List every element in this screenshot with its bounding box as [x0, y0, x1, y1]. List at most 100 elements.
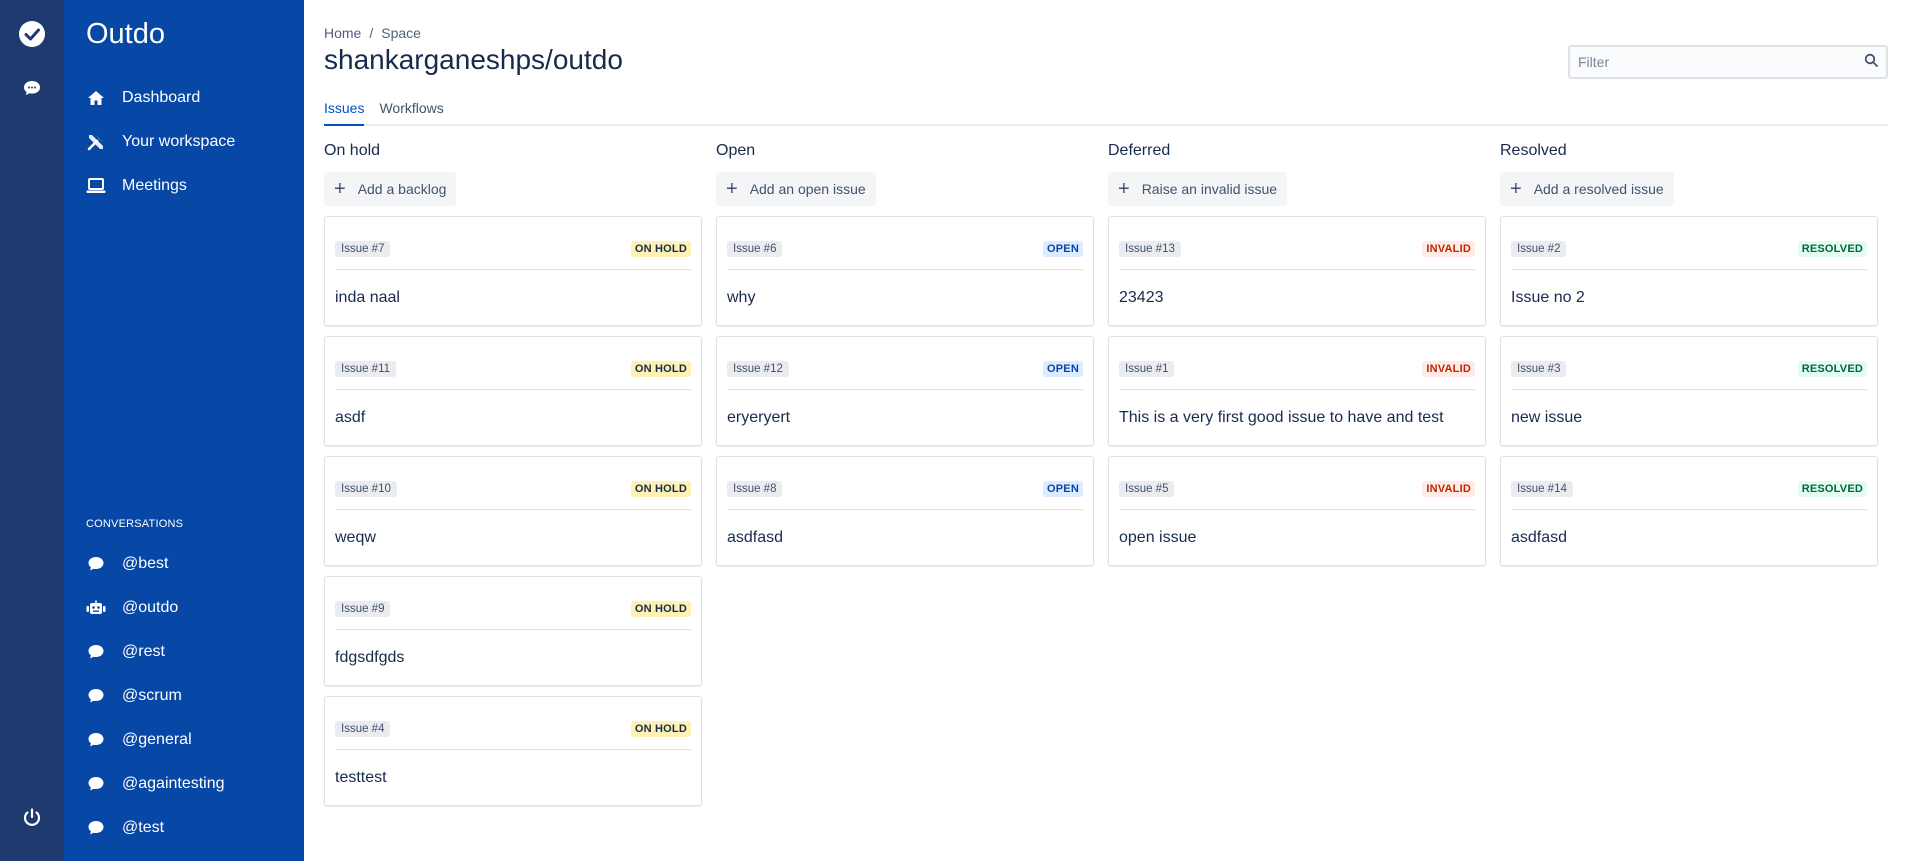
issue-id-badge: Issue #8: [727, 481, 783, 497]
issue-id-badge: Issue #5: [1119, 481, 1175, 497]
column-deferred: Deferred + Raise an invalid issue Issue #13…: [1108, 142, 1486, 816]
card-list: Issue #2 RESOLVED Issue no 2 Issue #3 RESOLV…: [1500, 216, 1878, 566]
issue-title: new issue: [1511, 409, 1583, 426]
conversation-label: @general: [122, 731, 192, 748]
issue-id-badge: Issue #14: [1511, 481, 1573, 497]
column-title: Resolved: [1500, 142, 1567, 159]
issue-id-badge: Issue #10: [335, 481, 397, 497]
robot-icon: [86, 598, 106, 618]
issue-title: why: [727, 289, 756, 306]
breadcrumb-home[interactable]: Home: [324, 25, 361, 41]
plus-icon: +: [726, 178, 738, 200]
issue-id-badge: Issue #2: [1511, 241, 1567, 257]
chat-icon: [86, 730, 106, 750]
issue-id-badge: Issue #13: [1119, 241, 1181, 257]
card-divider: [335, 629, 691, 630]
sidebar-item-dashboard[interactable]: Dashboard: [86, 82, 296, 114]
add-issue-label: Raise an invalid issue: [1141, 181, 1278, 197]
power-icon[interactable]: [16, 802, 48, 834]
add-issue-button[interactable]: + Add an open issue: [716, 172, 876, 206]
status-badge: OPEN: [1043, 481, 1083, 497]
issue-card[interactable]: Issue #3 RESOLVED new issue: [1500, 336, 1878, 446]
conversation-item-outdo[interactable]: @outdo: [86, 592, 296, 624]
conversation-item-best[interactable]: @best: [86, 548, 296, 580]
issue-card[interactable]: Issue #2 RESOLVED Issue no 2: [1500, 216, 1878, 326]
issue-title: asdfasd: [727, 529, 784, 546]
conversation-label: @best: [122, 555, 169, 572]
conversation-item-general[interactable]: @general: [86, 724, 296, 756]
chat-rail-icon[interactable]: [16, 72, 48, 104]
tab-workflows[interactable]: Workflows: [379, 100, 443, 124]
column-resolved: Resolved + Add a resolved issue Issue #2 RES…: [1500, 142, 1878, 816]
breadcrumb-separator: /: [369, 25, 374, 41]
issue-id-badge: Issue #1: [1119, 361, 1175, 377]
conversation-item-rest[interactable]: @rest: [86, 636, 296, 668]
conversation-item-againtesting[interactable]: @againtesting: [86, 768, 296, 800]
issue-title: testtest: [335, 769, 387, 786]
status-badge: ON HOLD: [630, 481, 691, 497]
icon-rail: [0, 0, 64, 861]
issue-card[interactable]: Issue #8 OPEN asdfasd: [716, 456, 1094, 566]
add-issue-label: Add an open issue: [749, 181, 866, 197]
chat-icon: [86, 554, 106, 574]
column-title: Deferred: [1108, 142, 1171, 159]
column-title: On hold: [324, 142, 381, 159]
plus-icon: +: [334, 178, 346, 200]
sidebar-item-meetings[interactable]: Meetings: [86, 170, 296, 202]
add-issue-button[interactable]: + Add a backlog: [324, 172, 457, 206]
add-issue-button[interactable]: + Raise an invalid issue: [1108, 172, 1288, 206]
issue-card[interactable]: Issue #1 INVALID This is a very first good…: [1108, 336, 1486, 446]
plus-icon: +: [1510, 178, 1522, 200]
conversation-item-test[interactable]: @test: [86, 812, 296, 844]
chat-icon: [86, 774, 106, 794]
issue-id-badge: Issue #4: [335, 721, 391, 737]
app-logo-check-icon[interactable]: [16, 18, 48, 50]
issue-id-badge: Issue #7: [335, 241, 391, 257]
issue-title: Issue no 2: [1511, 289, 1585, 306]
issue-title: 23423: [1119, 289, 1164, 306]
sidebar-item-your-workspace[interactable]: Your workspace: [86, 126, 296, 158]
issue-card[interactable]: Issue #13 INVALID 23423: [1108, 216, 1486, 326]
issue-card[interactable]: Issue #12 OPEN eryeryert: [716, 336, 1094, 446]
brand-title: Outdo: [86, 18, 165, 50]
issue-title: open issue: [1119, 529, 1197, 546]
status-badge: INVALID: [1422, 241, 1475, 257]
card-divider: [727, 269, 1083, 270]
conversation-label: @rest: [122, 643, 165, 660]
issue-title: This is a very first good issue to have …: [1119, 409, 1444, 426]
conversations-heading: CONVERSATIONS: [86, 518, 184, 530]
card-list: Issue #6 OPEN why Issue #12 OPEN eryeryert Iss…: [716, 216, 1094, 566]
card-divider: [1119, 509, 1475, 510]
sidebar-item-label: Your workspace: [122, 133, 236, 150]
issue-card[interactable]: Issue #5 INVALID open issue: [1108, 456, 1486, 566]
sidebar-item-label: Dashboard: [122, 89, 201, 106]
issue-card[interactable]: Issue #9 ON HOLD fdgsdfgds: [324, 576, 702, 686]
card-divider: [1119, 389, 1475, 390]
issue-card[interactable]: Issue #4 ON HOLD testtest: [324, 696, 702, 806]
issue-card[interactable]: Issue #6 OPEN why: [716, 216, 1094, 326]
tab-issues[interactable]: Issues: [324, 100, 365, 126]
board-columns: On hold + Add a backlog Issue #7 ON HOLD inda…: [324, 142, 1888, 816]
issue-card[interactable]: Issue #11 ON HOLD asdf: [324, 336, 702, 446]
column-on-hold: On hold + Add a backlog Issue #7 ON HOLD inda…: [324, 142, 702, 816]
add-issue-label: Add a resolved issue: [1533, 181, 1664, 197]
conversation-label: @againtesting: [122, 775, 225, 792]
page-title: shankarganeshps/outdo: [324, 44, 623, 75]
tab-bar: Issues Workflows: [324, 100, 1888, 126]
add-issue-button[interactable]: + Add a resolved issue: [1500, 172, 1674, 206]
laptop-icon: [86, 176, 106, 196]
card-divider: [335, 389, 691, 390]
issue-card[interactable]: Issue #7 ON HOLD inda naal: [324, 216, 702, 326]
issue-card[interactable]: Issue #14 RESOLVED asdfasd: [1500, 456, 1878, 566]
issue-title: asdf: [335, 409, 366, 426]
issue-card[interactable]: Issue #10 ON HOLD weqw: [324, 456, 702, 566]
search-icon[interactable]: [1864, 53, 1878, 72]
home-icon: [86, 88, 106, 108]
card-divider: [335, 749, 691, 750]
conversation-item-scrum[interactable]: @scrum: [86, 680, 296, 712]
issue-title: inda naal: [335, 289, 400, 306]
card-divider: [1511, 509, 1867, 510]
filter-input[interactable]: [1578, 54, 1864, 70]
breadcrumb-space[interactable]: Space: [381, 25, 421, 41]
sidebar-item-label: Meetings: [122, 177, 187, 194]
